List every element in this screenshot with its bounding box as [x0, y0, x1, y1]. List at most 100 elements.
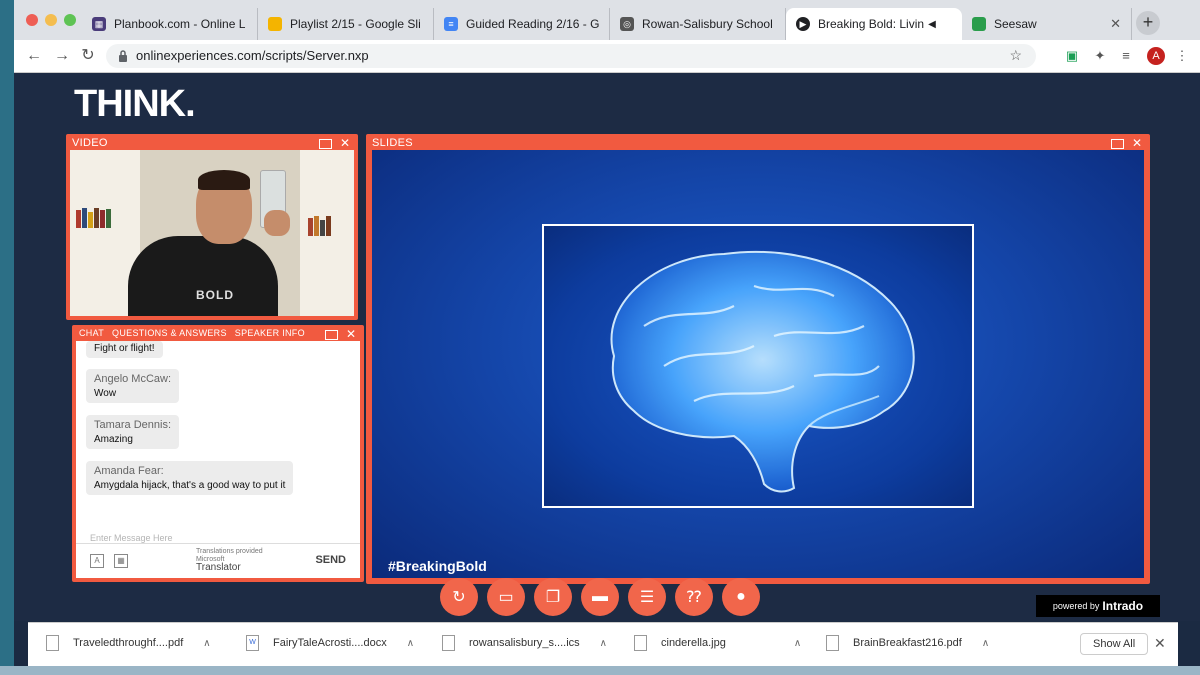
tab-guided-reading[interactable]: ≡ Guided Reading 2/16 - G	[434, 8, 610, 40]
play-icon: ▶	[796, 17, 810, 31]
tab-label: Guided Reading 2/16 - G	[466, 17, 600, 31]
list-icon[interactable]: ☰	[628, 578, 666, 616]
maximize-icon[interactable]	[1110, 139, 1124, 149]
download-item[interactable]: cinderella.jpg ∧	[634, 635, 801, 651]
close-tab-icon[interactable]: ✕	[1104, 16, 1121, 32]
speaker-hair	[198, 170, 250, 190]
maximize-icon[interactable]	[318, 139, 332, 149]
show-all-button[interactable]: Show All	[1080, 633, 1149, 655]
chevron-up-icon[interactable]: ∧	[794, 638, 801, 649]
chat-messages[interactable]: Fight or flight! Angelo McCaw: Wow Tamar…	[76, 341, 360, 554]
font-icon[interactable]: A	[90, 554, 104, 568]
person-icon[interactable]: ●	[722, 578, 760, 616]
tab-questions-answers[interactable]: QUESTIONS & ANSWERS	[112, 328, 227, 338]
word-file-icon: W	[246, 635, 259, 651]
tab-strip: ▦ Planbook.com - Online L Playlist 2/15 …	[14, 0, 1200, 40]
powered-by-badge: powered by Intrado	[1036, 595, 1160, 617]
lock-icon	[119, 50, 127, 62]
minimize-window-button[interactable]	[45, 14, 57, 26]
close-icon[interactable]: ✕	[1132, 136, 1142, 150]
chevron-up-icon[interactable]: ∧	[600, 638, 607, 649]
star-icon[interactable]: ☆	[1009, 47, 1022, 64]
maximize-icon[interactable]	[324, 330, 338, 340]
chat-icon[interactable]: ▬	[581, 578, 619, 616]
downloads-bar: Traveledthroughf....pdf ∧ W FairyTaleAcr…	[28, 622, 1178, 667]
chevron-up-icon[interactable]: ∧	[982, 638, 989, 649]
forward-arrow-icon[interactable]: →	[52, 46, 72, 66]
keyboard-icon[interactable]: ▦	[114, 554, 128, 568]
send-button[interactable]: SEND	[315, 554, 346, 566]
refresh-icon[interactable]: ↻	[440, 578, 478, 616]
close-icon[interactable]: ✕	[346, 327, 356, 341]
extension-icon[interactable]: ▣	[1064, 48, 1080, 64]
browser-window: ▦ Planbook.com - Online L Playlist 2/15 …	[14, 0, 1200, 675]
qa-icon[interactable]: ⁇	[675, 578, 713, 616]
tab-label: Breaking Bold: Livin	[818, 17, 925, 31]
message-input[interactable]: Enter Message Here	[90, 533, 173, 543]
video-panel: VIDEO ✕ BOLD	[66, 134, 358, 320]
profile-avatar[interactable]: A	[1147, 47, 1165, 65]
new-tab-button[interactable]: +	[1136, 11, 1160, 35]
close-window-button[interactable]	[26, 14, 38, 26]
maximize-window-button[interactable]	[64, 14, 76, 26]
brain-image	[542, 224, 974, 508]
slides-icon[interactable]: ❐	[534, 578, 572, 616]
hashtag: #BreakingBold	[388, 558, 487, 574]
panel-controls: ✕	[324, 327, 356, 341]
desktop-dock	[0, 666, 1200, 675]
panel-controls: ✕	[1110, 136, 1142, 150]
reading-list-icon[interactable]: ≡	[1118, 48, 1134, 64]
reload-icon[interactable]: ↻	[78, 46, 98, 66]
download-item[interactable]: Traveledthroughf....pdf ∧	[46, 635, 211, 651]
globe-icon: ◎	[620, 17, 634, 31]
tab-chat[interactable]: CHAT	[79, 328, 104, 338]
tab-playlist[interactable]: Playlist 2/15 - Google Sli	[258, 8, 434, 40]
google-slides-icon	[268, 17, 282, 31]
books	[74, 206, 134, 228]
chat-tabs: CHAT QUESTIONS & ANSWERS SPEAKER INFO	[79, 328, 305, 338]
seesaw-icon	[972, 17, 986, 31]
chat-message: Angelo McCaw: Wow	[86, 369, 180, 403]
tab-rowan-salisbury[interactable]: ◎ Rowan-Salisbury School	[610, 8, 786, 40]
think-logo: THINK.	[74, 83, 196, 125]
tab-planbook[interactable]: ▦ Planbook.com - Online L	[82, 8, 258, 40]
tab-label: Seesaw	[994, 17, 1037, 31]
browser-toolbar: ← → ↻ onlinexperiences.com/scripts/Serve…	[14, 40, 1200, 73]
tab-speaker-info[interactable]: SPEAKER INFO	[235, 328, 305, 338]
tab-label: Playlist 2/15 - Google Sli	[290, 17, 421, 31]
tab-label: Planbook.com - Online L	[114, 17, 246, 31]
file-icon	[826, 635, 839, 651]
chat-message: Amanda Fear: Amygdala hijack, that's a g…	[86, 461, 294, 495]
window-controls	[26, 14, 76, 26]
download-item[interactable]: rowansalisbury_s....ics ∧	[442, 635, 607, 651]
puzzle-icon[interactable]: ✦	[1092, 48, 1108, 64]
image-file-icon	[634, 635, 647, 651]
chat-footer: A ▦ Translations provided Microsoft Tran…	[76, 543, 360, 578]
download-item[interactable]: W FairyTaleAcrosti....docx ∧	[246, 635, 414, 651]
close-icon[interactable]: ✕	[1154, 635, 1166, 652]
slide-view: #BreakingBold	[372, 150, 1144, 578]
close-icon[interactable]: ✕	[340, 136, 350, 150]
chevron-up-icon[interactable]: ∧	[203, 638, 210, 649]
books	[306, 214, 354, 236]
tab-seesaw[interactable]: Seesaw ✕	[962, 8, 1132, 40]
chat-message: Fight or flight!	[86, 341, 163, 358]
back-arrow-icon[interactable]: ←	[24, 46, 44, 66]
video-feed[interactable]: BOLD	[70, 150, 354, 316]
chat-panel: CHAT QUESTIONS & ANSWERS SPEAKER INFO ✕ …	[72, 325, 364, 582]
address-bar[interactable]: onlinexperiences.com/scripts/Server.nxp …	[106, 44, 1036, 68]
file-icon	[46, 635, 59, 651]
file-icon	[442, 635, 455, 651]
chat-message: Tamara Dennis: Amazing	[86, 415, 180, 449]
speaker-icon: ◀	[928, 18, 936, 30]
video-panel-title: VIDEO	[72, 137, 108, 149]
tab-breaking-bold[interactable]: ▶ Breaking Bold: Livin ◀	[786, 8, 962, 40]
slides-panel: SLIDES ✕ #BreakingBold	[366, 134, 1150, 584]
shirt-logo: BOLD	[196, 288, 234, 302]
chevron-up-icon[interactable]: ∧	[407, 638, 414, 649]
video-icon[interactable]: ▭	[487, 578, 525, 616]
download-item[interactable]: BrainBreakfast216.pdf ∧	[826, 635, 989, 651]
webinar-page: THINK. VIDEO ✕ BOLD CHAT QUESTIONS & ANS…	[14, 73, 1200, 621]
control-bar: ↻ ▭ ❐ ▬ ☰ ⁇ ●	[440, 578, 760, 616]
menu-icon[interactable]: ⋮	[1174, 48, 1190, 64]
